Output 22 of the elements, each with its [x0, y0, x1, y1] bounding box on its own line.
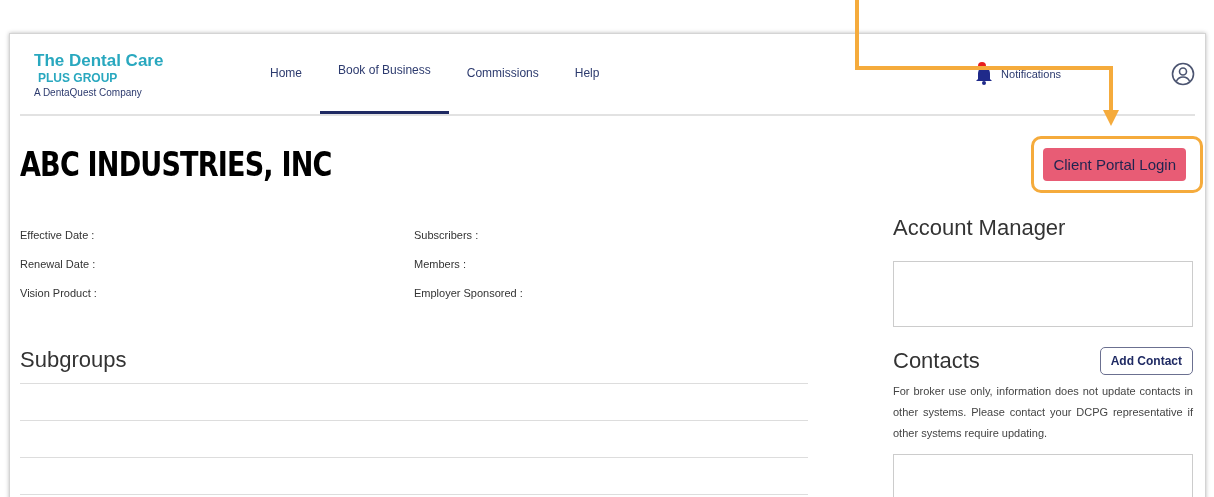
field-label: Vision Product :	[20, 287, 98, 299]
field-label: Employer Sponsored :	[414, 287, 524, 299]
notifications-link[interactable]: Notifications	[1001, 68, 1061, 80]
nav-tab[interactable]: Help	[556, 34, 618, 114]
field-label: Subscribers :	[414, 229, 480, 241]
field-label: Members :	[414, 258, 467, 270]
logo-title: The Dental Care	[34, 50, 164, 71]
section-heading: Contacts	[893, 348, 980, 374]
logo-tagline: A DentaQuest Company	[34, 86, 142, 98]
contacts-note: For broker use only, information does not update contacts in other systems. Please contact your DCPG representative if other systems require updating.	[893, 384, 1193, 441]
page-title: ABC INDUSTRIES, INC	[20, 145, 332, 184]
field-label: Effective Date :	[20, 229, 96, 241]
user-icon[interactable]	[1171, 62, 1195, 86]
logo-subtitle: PLUS GROUP	[37, 70, 118, 85]
client-portal-login-button[interactable]: Client Portal Login	[1043, 148, 1186, 181]
field-label: Renewal Date :	[20, 258, 97, 270]
nav-tab[interactable]: Commissions	[448, 34, 557, 114]
section-heading: Subgroups	[20, 347, 808, 384]
nav-tab[interactable]: Home	[252, 34, 320, 114]
nav-tab[interactable]: Book of Business	[320, 34, 449, 114]
section-heading: Account Manager	[893, 215, 1067, 241]
add-contact-button[interactable]: Add Contact	[1099, 347, 1193, 375]
